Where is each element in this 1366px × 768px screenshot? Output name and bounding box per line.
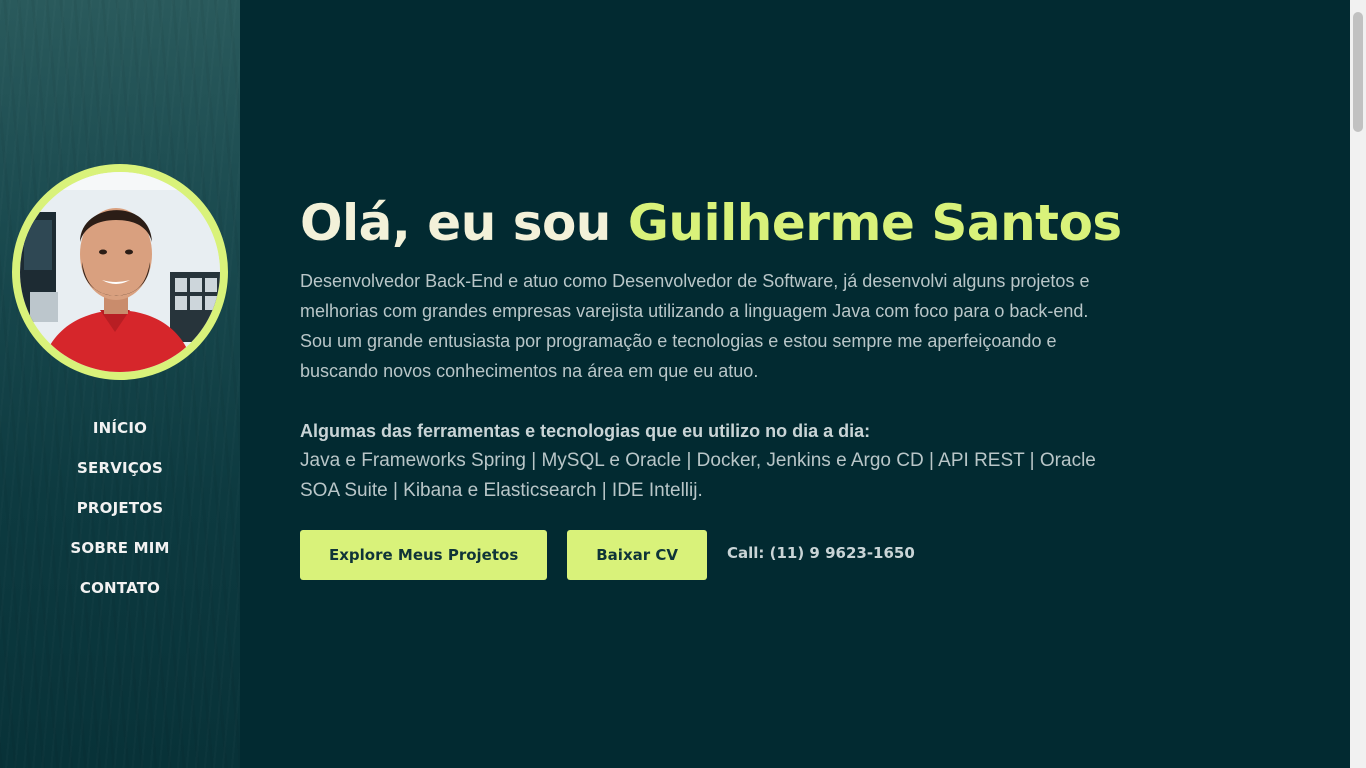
hero-section: Olá, eu sou Guilherme Santos Desenvolved… — [300, 190, 1122, 580]
hero-title: Olá, eu sou Guilherme Santos — [300, 190, 1122, 256]
download-cv-button[interactable]: Baixar CV — [567, 530, 707, 580]
hero-actions: Explore Meus Projetos Baixar CV Call: (1… — [300, 530, 1120, 580]
nav-item-inicio[interactable]: INÍCIO — [0, 408, 240, 448]
tools-list: Java e Frameworks Spring | MySQL e Oracl… — [300, 450, 1096, 501]
main-content: Olá, eu sou Guilherme Santos Desenvolved… — [240, 0, 1350, 768]
hero-greeting: Olá, eu sou — [300, 194, 611, 252]
explore-projects-button[interactable]: Explore Meus Projetos — [300, 530, 548, 580]
nav-item-servicos[interactable]: SERVIÇOS — [0, 448, 240, 488]
profile-photo — [20, 172, 220, 372]
sidebar-texture — [0, 0, 240, 768]
nav-item-sobre-mim[interactable]: SOBRE MIM — [0, 528, 240, 568]
sidebar: INÍCIO SERVIÇOS PROJETOS SOBRE MIM CONTA… — [0, 0, 240, 768]
page-scrollbar[interactable] — [1350, 0, 1366, 768]
avatar — [12, 164, 228, 380]
tools-heading: Algumas das ferramentas e tecnologias qu… — [300, 421, 871, 441]
hero-name: Guilherme Santos — [627, 194, 1122, 252]
main-nav: INÍCIO SERVIÇOS PROJETOS SOBRE MIM CONTA… — [0, 408, 240, 608]
nav-item-projetos[interactable]: PROJETOS — [0, 488, 240, 528]
scrollbar-thumb[interactable] — [1353, 12, 1363, 132]
nav-item-contato[interactable]: CONTATO — [0, 568, 240, 608]
intro-paragraph: Desenvolvedor Back-End e atuo como Desen… — [300, 271, 1090, 381]
call-phone-text: Call: (11) 9 9623-1650 — [726, 544, 915, 562]
